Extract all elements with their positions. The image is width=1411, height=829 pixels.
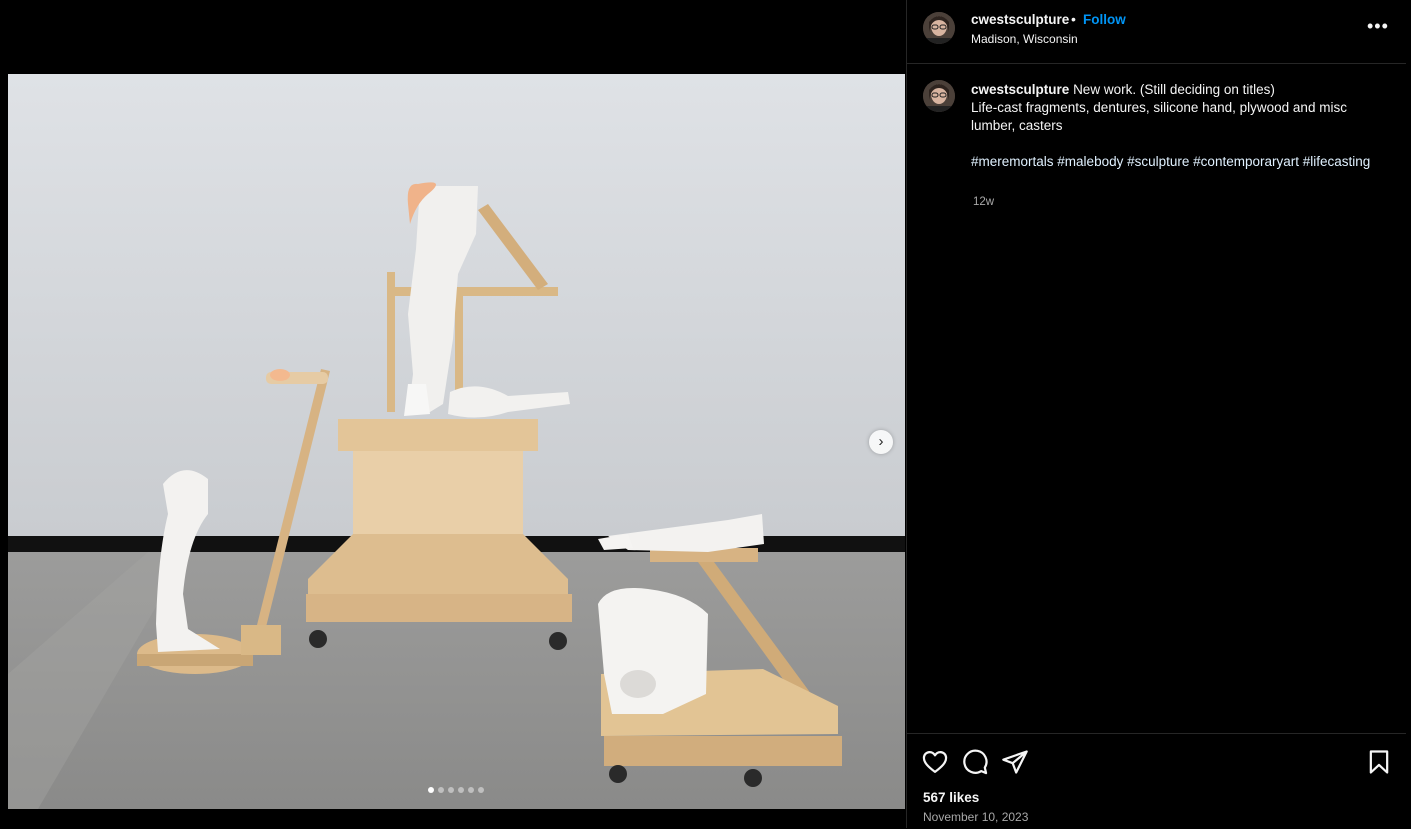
carousel-dot (458, 787, 464, 793)
likes-count[interactable]: 567 likes (923, 790, 979, 805)
caption-avatar[interactable] (923, 80, 955, 112)
heart-icon[interactable] (921, 748, 949, 776)
hashtag-link[interactable]: #malebody (1057, 154, 1123, 169)
chevron-right-icon: › (878, 433, 884, 450)
header-username[interactable]: cwestsculpture (971, 12, 1069, 27)
post-actions: 567 likes November 10, 2023 (907, 733, 1406, 829)
caption-line-1: New work. (Still deciding on titles) (1073, 82, 1275, 97)
header-separator: • (1071, 11, 1076, 27)
more-icon[interactable]: ••• (1367, 16, 1389, 37)
hashtag-list: #meremortals #malebody #sculpture #conte… (971, 153, 1381, 171)
post-age[interactable]: 12w (973, 196, 994, 208)
carousel-dot (468, 787, 474, 793)
hashtag-link[interactable]: #contemporaryart (1193, 154, 1299, 169)
carousel-dot-active (428, 787, 434, 793)
sculpture-photo-illustration (8, 74, 905, 809)
caption-line-2: Life-cast fragments, dentures, silicone … (971, 100, 1347, 133)
follow-button[interactable]: Follow (1083, 12, 1126, 27)
carousel-dot (478, 787, 484, 793)
media-pane: › (0, 0, 906, 828)
share-icon[interactable] (1001, 748, 1029, 776)
carousel-dots (428, 787, 484, 793)
post-photo[interactable] (8, 74, 905, 809)
caption-username[interactable]: cwestsculpture (971, 82, 1069, 97)
bookmark-icon[interactable] (1365, 748, 1393, 776)
hashtag-link[interactable]: #meremortals (971, 154, 1054, 169)
hashtag-link[interactable]: #lifecasting (1303, 154, 1371, 169)
post-side-panel: cwestsculpture • Follow Madison, Wiscons… (906, 0, 1406, 828)
post-date[interactable]: November 10, 2023 (923, 810, 1028, 824)
carousel-dot (438, 787, 444, 793)
post-header: cwestsculpture • Follow Madison, Wiscons… (907, 0, 1406, 64)
carousel-dot (448, 787, 454, 793)
post-caption: cwestsculpture New work. (Still deciding… (971, 81, 1381, 171)
avatar[interactable] (923, 12, 955, 44)
hashtag-link[interactable]: #sculpture (1127, 154, 1189, 169)
location-link[interactable]: Madison, Wisconsin (971, 32, 1078, 46)
comment-icon[interactable] (961, 748, 989, 776)
next-image-button[interactable]: › (869, 430, 893, 454)
